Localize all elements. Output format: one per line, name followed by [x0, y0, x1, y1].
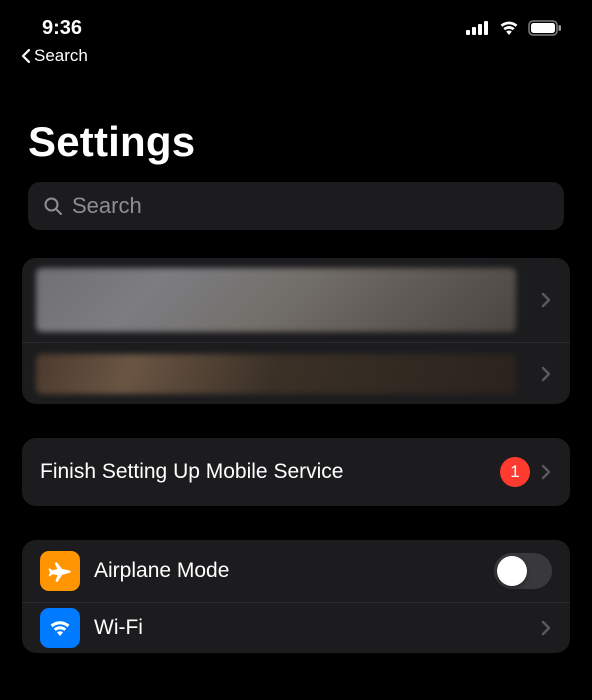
setup-group: Finish Setting Up Mobile Service 1	[22, 438, 570, 506]
airplane-icon	[40, 551, 80, 591]
airplane-mode-label: Airplane Mode	[94, 559, 229, 583]
airplane-mode-switch[interactable]	[494, 553, 552, 589]
account-row-primary[interactable]	[22, 258, 570, 342]
status-icons	[466, 20, 562, 36]
wifi-label: Wi-Fi	[94, 616, 143, 640]
search-field[interactable]	[28, 182, 564, 230]
setup-mobile-service-row[interactable]: Finish Setting Up Mobile Service 1	[22, 438, 570, 506]
account-group	[22, 258, 570, 404]
airplane-mode-row[interactable]: Airplane Mode	[22, 540, 570, 602]
chevron-right-icon	[540, 365, 552, 383]
page-title: Settings	[0, 66, 592, 182]
redacted-content	[36, 354, 516, 394]
account-row-secondary[interactable]	[22, 342, 570, 404]
switch-knob	[497, 556, 527, 586]
back-chevron-icon	[20, 48, 32, 64]
cellular-icon	[466, 21, 490, 35]
status-bar: 9:36	[0, 0, 592, 44]
chevron-right-icon	[540, 619, 552, 637]
status-time: 9:36	[42, 17, 82, 40]
chevron-right-icon	[540, 463, 552, 481]
battery-icon	[528, 20, 562, 36]
setup-row-label: Finish Setting Up Mobile Service	[40, 460, 343, 484]
search-input[interactable]	[64, 193, 550, 219]
back-nav[interactable]: Search	[0, 44, 592, 66]
connectivity-group: Airplane Mode Wi-Fi	[22, 540, 570, 653]
search-icon	[42, 195, 64, 217]
wifi-icon	[498, 20, 520, 36]
back-nav-label: Search	[34, 46, 88, 66]
notification-badge: 1	[500, 457, 530, 487]
chevron-right-icon	[540, 291, 552, 309]
wifi-row[interactable]: Wi-Fi	[22, 602, 570, 653]
wifi-settings-icon	[40, 608, 80, 648]
redacted-content	[36, 268, 516, 332]
